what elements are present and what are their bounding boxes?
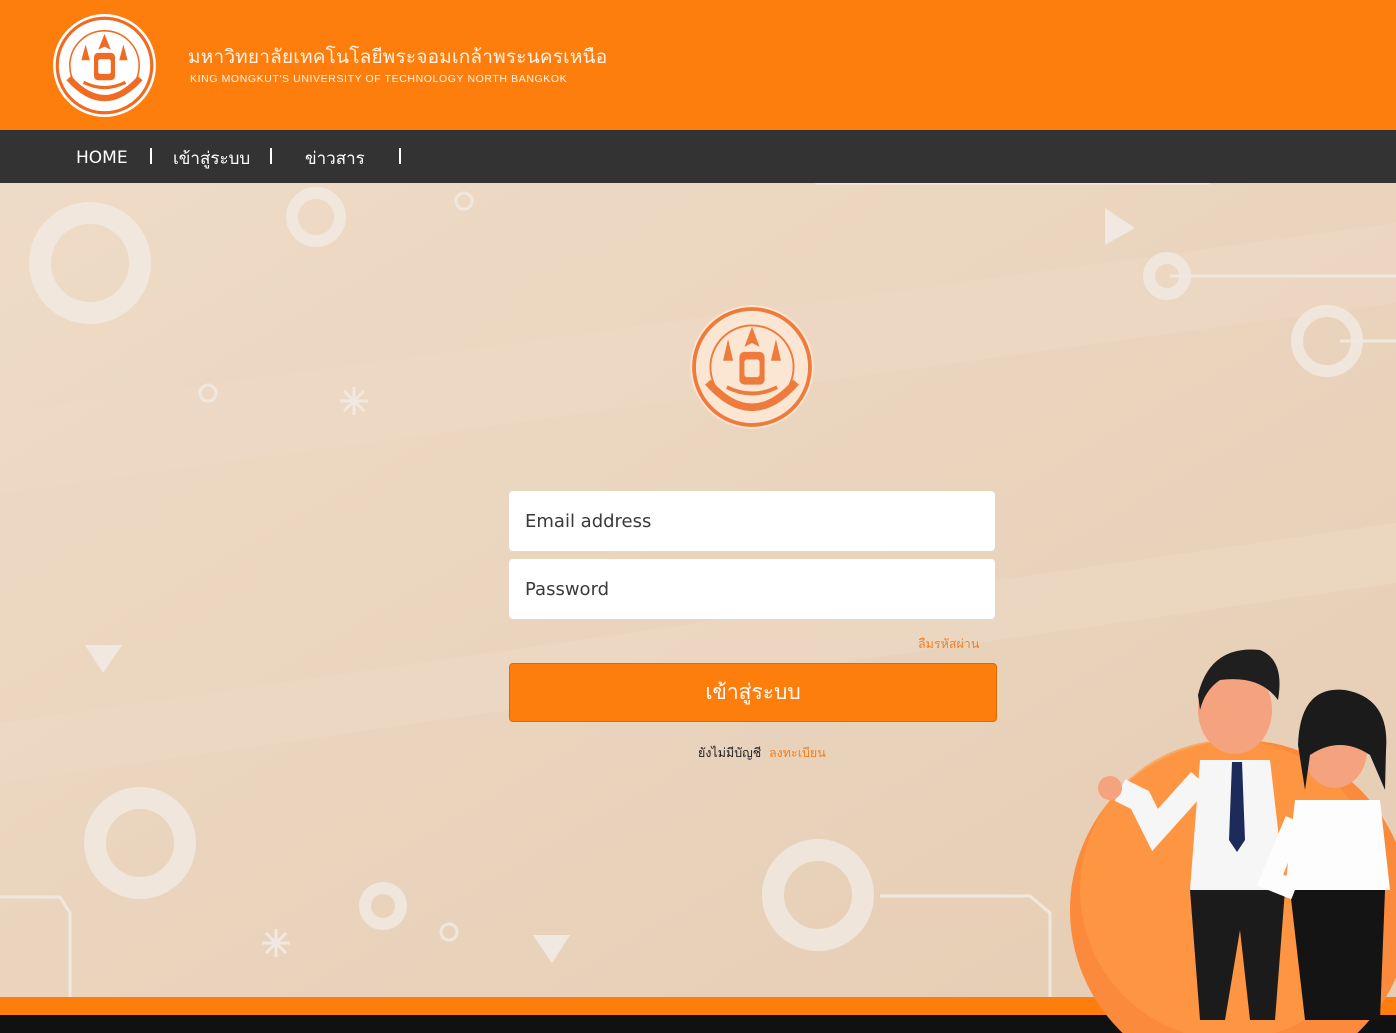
nav-home[interactable]: HOME [76, 148, 128, 168]
forgot-password-link[interactable]: ลืมรหัสผ่าน [918, 634, 979, 654]
no-account-text: ยังไม่มีบัญชี [698, 745, 762, 760]
email-input[interactable] [509, 491, 995, 551]
students-illustration-icon [1070, 649, 1396, 1033]
login-button[interactable]: เข้าสู่ระบบ [509, 663, 997, 722]
university-seal-large-icon [690, 305, 814, 429]
nav-divider [150, 148, 152, 164]
main-navbar: HOME เข้าสู่ระบบ ข่าวสาร [0, 130, 1396, 183]
nav-login[interactable]: เข้าสู่ระบบ [173, 145, 250, 172]
site-header: มหาวิทยาลัยเทคโนโลยีพระจอมเกล้าพระนครเหน… [0, 0, 1396, 130]
university-seal-icon[interactable] [52, 13, 157, 118]
university-name-english: KING MONGKUT'S UNIVERSITY OF TECHNOLOGY … [190, 73, 568, 85]
nav-divider [399, 148, 401, 164]
register-link[interactable]: ลงทะเบียน [769, 743, 826, 763]
nav-divider [270, 148, 272, 164]
nav-news[interactable]: ข่าวสาร [305, 145, 365, 172]
password-input[interactable] [509, 559, 995, 619]
university-name-thai: มหาวิทยาลัยเทคโนโลยีพระจอมเกล้าพระนครเหน… [188, 46, 608, 68]
